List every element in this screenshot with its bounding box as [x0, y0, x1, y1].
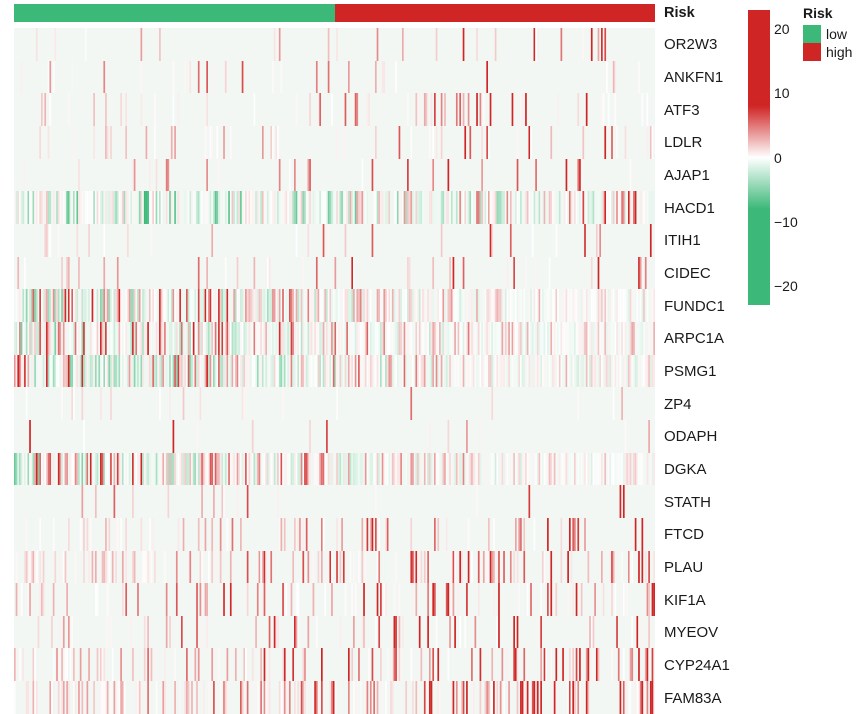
gene-label-cidec: CIDEC: [664, 265, 711, 282]
heatmap-row: [14, 28, 655, 61]
risk-legend: Risk low high: [803, 2, 859, 61]
heatmap-row: [14, 452, 655, 486]
risk-annotation-bar: [14, 4, 655, 22]
heatmap-row-canvas: [14, 550, 655, 584]
heatmap-row: [14, 223, 655, 257]
heatmap-row-canvas: [14, 321, 655, 355]
heatmap-row-canvas: [14, 93, 655, 126]
gene-label-ajap1: AJAP1: [664, 167, 710, 184]
gene-label-dgka: DGKA: [664, 461, 707, 478]
heatmap-matrix: [14, 28, 655, 714]
gene-label-ankfn1: ANKFN1: [664, 69, 724, 86]
gene-label-stath: STATH: [664, 493, 711, 511]
colorbar-gradient: [748, 10, 770, 305]
gene-label-arpc1a: ARPC1A: [664, 330, 725, 348]
heatmap-row-canvas: [14, 452, 655, 486]
heatmap-row: [14, 550, 655, 584]
gene-label-hacd1: HACD1: [664, 199, 715, 217]
heatmap-row-canvas: [14, 256, 655, 290]
legend-label-low: low: [826, 26, 848, 42]
heatmap-row: [14, 191, 655, 224]
heatmap-row-canvas: [14, 485, 655, 518]
heatmap-row: [14, 615, 655, 649]
colorbar-tick-10: 10: [774, 85, 790, 102]
gene-label-fam83a: FAM83A: [664, 689, 722, 707]
heatmap-row: [14, 517, 655, 551]
heatmap-row-canvas: [14, 289, 655, 322]
heatmap-row-canvas: [14, 419, 655, 453]
legend-swatch-high: [803, 43, 821, 61]
heatmap-row-canvas: [14, 387, 655, 420]
heatmap-row-canvas: [14, 223, 655, 257]
heatmap-row: [14, 158, 655, 192]
heatmap-row-canvas: [14, 583, 655, 616]
colorbar-tick-minus20: −20: [774, 277, 798, 294]
heatmap-row: [14, 289, 655, 322]
heatmap-row: [14, 681, 655, 714]
gene-label-or2w3: OR2W3: [664, 36, 718, 54]
heatmap-row: [14, 256, 655, 290]
gene-label-atf3: ATF3: [664, 101, 700, 119]
gene-label-kif1a: KIF1A: [664, 591, 706, 609]
legend-swatch-low: [803, 25, 821, 43]
legend-label-high: high: [826, 44, 853, 60]
gene-label-itih1: ITIH1: [664, 232, 701, 250]
legend-entry-low: low: [803, 25, 859, 43]
heatmap-row: [14, 419, 655, 453]
colorbar-tick-minus10: −10: [774, 213, 798, 230]
gene-label-myeov: MYEOV: [664, 624, 719, 642]
heatmap-row: [14, 93, 655, 126]
risk-segment-high: [334, 4, 655, 22]
heatmap-row-canvas: [14, 28, 655, 61]
expression-colorbar: 20 10 0 −10 −20: [748, 0, 798, 320]
colorbar-tick-20: 20: [774, 21, 790, 38]
gene-label-psmg1: PSMG1: [664, 363, 717, 380]
risk-legend-title: Risk: [803, 5, 833, 21]
heatmap-row: [14, 387, 655, 420]
gene-label-plau: PLAU: [664, 559, 704, 576]
heatmap-row-canvas: [14, 615, 655, 649]
heatmap-row-canvas: [14, 354, 655, 388]
gene-label-fundc1: FUNDC1: [664, 297, 725, 315]
heatmap-row-canvas: [14, 517, 655, 551]
legend-entry-high: high: [803, 43, 859, 61]
heatmap-row-canvas: [14, 158, 655, 192]
heatmap-row-canvas: [14, 60, 655, 94]
risk-legend-entries: low high: [803, 25, 859, 61]
heatmap-row: [14, 321, 655, 355]
heatmap-row: [14, 125, 655, 159]
colorbar-tick-0: 0: [774, 149, 782, 166]
heatmap-row: [14, 583, 655, 616]
heatmap-row-canvas: [14, 648, 655, 682]
heatmap-row-canvas: [14, 681, 655, 714]
heatmap-row-canvas: [14, 191, 655, 224]
heatmap-row: [14, 648, 655, 682]
heatmap-row: [14, 60, 655, 94]
heatmap-row-canvas: [14, 125, 655, 159]
heatmap-row: [14, 354, 655, 388]
gene-label-ftcd: FTCD: [664, 526, 704, 544]
gene-label-ldlr: LDLR: [664, 134, 703, 152]
gene-label-cyp24a1: CYP24A1: [664, 657, 730, 674]
gene-label-zp4: ZP4: [664, 395, 692, 413]
risk-annotation-label: Risk: [664, 5, 695, 21]
heatmap-row: [14, 485, 655, 518]
risk-segment-low: [14, 4, 335, 22]
heatmap-figure: Risk OR2W3 ANKFN1 ATF3 LDLR AJAP1 HACD1 ITIH1 C…: [0, 0, 859, 714]
gene-label-odaph: ODAPH: [664, 428, 718, 446]
